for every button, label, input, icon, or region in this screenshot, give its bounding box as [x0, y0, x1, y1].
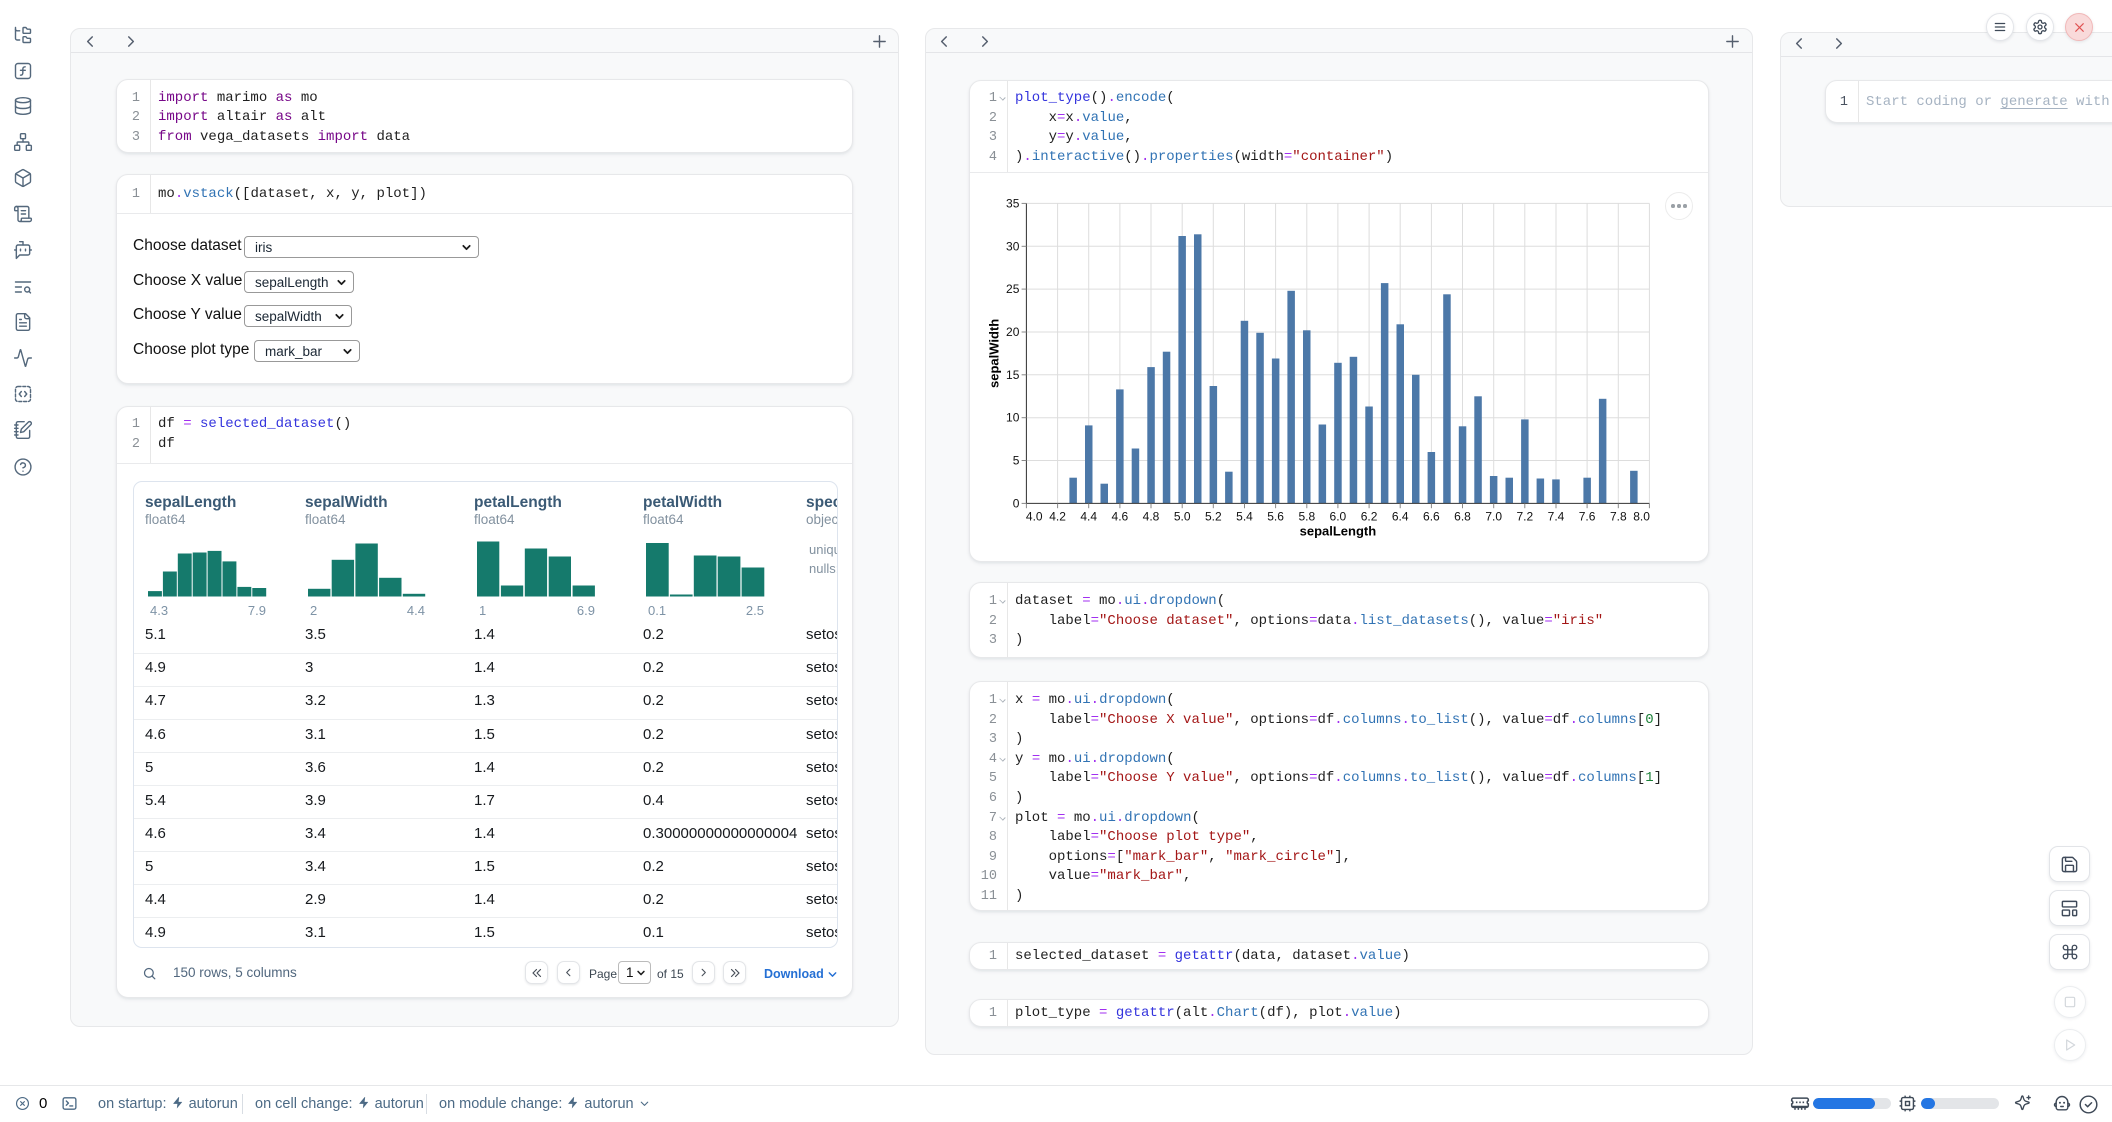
- svg-text:0: 0: [1013, 496, 1020, 510]
- svg-text:8.0: 8.0: [1633, 509, 1650, 523]
- svg-text:7.4: 7.4: [1548, 509, 1565, 523]
- svg-text:5.8: 5.8: [1298, 509, 1315, 523]
- svg-text:5: 5: [1013, 454, 1020, 468]
- svg-text:4.6: 4.6: [1112, 509, 1129, 523]
- svg-text:6.8: 6.8: [1454, 509, 1471, 523]
- svg-text:4.0: 4.0: [1026, 509, 1043, 523]
- svg-text:5.6: 5.6: [1267, 509, 1284, 523]
- svg-text:6.0: 6.0: [1330, 509, 1347, 523]
- svg-text:25: 25: [1006, 282, 1020, 296]
- svg-text:4.4: 4.4: [1080, 509, 1097, 523]
- svg-text:7.8: 7.8: [1610, 509, 1627, 523]
- svg-text:7.6: 7.6: [1579, 509, 1596, 523]
- svg-text:15: 15: [1006, 368, 1020, 382]
- svg-text:30: 30: [1006, 239, 1020, 253]
- svg-text:7.0: 7.0: [1485, 509, 1502, 523]
- svg-text:10: 10: [1006, 411, 1020, 425]
- svg-text:6.2: 6.2: [1361, 509, 1378, 523]
- svg-text:sepalWidth: sepalWidth: [986, 319, 1001, 388]
- svg-text:4.8: 4.8: [1143, 509, 1160, 523]
- svg-text:6.6: 6.6: [1423, 509, 1440, 523]
- svg-text:7.2: 7.2: [1516, 509, 1533, 523]
- svg-text:4.2: 4.2: [1049, 509, 1066, 523]
- svg-text:20: 20: [1006, 325, 1020, 339]
- svg-text:35: 35: [1006, 196, 1020, 210]
- svg-text:6.4: 6.4: [1392, 509, 1409, 523]
- svg-text:5.4: 5.4: [1236, 509, 1253, 523]
- svg-text:5.2: 5.2: [1205, 509, 1222, 523]
- svg-text:5.0: 5.0: [1174, 509, 1191, 523]
- svg-text:sepalLength: sepalLength: [1300, 523, 1377, 538]
